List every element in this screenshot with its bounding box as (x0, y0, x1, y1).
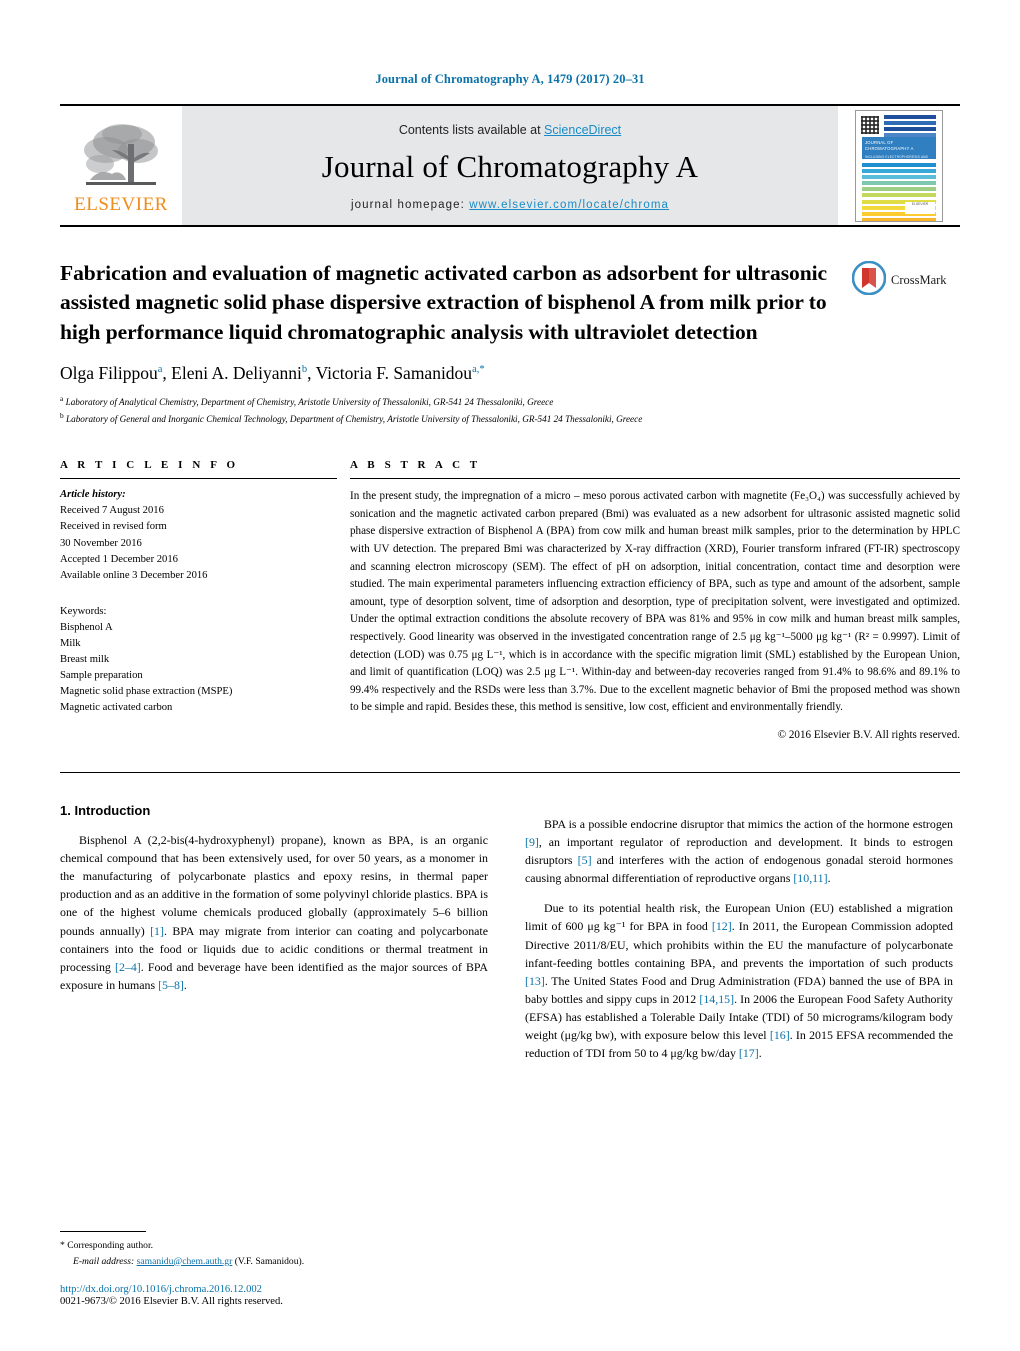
email-link[interactable]: samanidu@chem.auth.gr (137, 1256, 233, 1267)
crossmark-badge[interactable]: CrossMark (851, 260, 960, 300)
citation-ref[interactable]: [16] (770, 1028, 790, 1042)
keyword-item: Sample preparation (60, 670, 143, 682)
affiliation-a-text: Laboratory of Analytical Chemistry, Depa… (65, 397, 554, 408)
email-label: E-mail address: (73, 1255, 135, 1267)
corresponding-label: Corresponding author. (67, 1240, 154, 1252)
journal-title: Journal of Chromatography A (321, 148, 699, 184)
abstract-heading: A B S T R A C T (350, 459, 481, 472)
homepage-prefix: journal homepage: (350, 198, 470, 211)
keyword-item: Milk (60, 638, 81, 650)
affiliation-b-marker: b (60, 411, 64, 421)
history-item: Accepted 1 December 2016 (60, 553, 178, 565)
article-history-label: Article history: (60, 489, 126, 501)
cover-qr-icon (861, 115, 879, 134)
email-owner: (V.F. Samanidou). (234, 1255, 305, 1267)
doi-link[interactable]: http://dx.doi.org/10.1016/j.chroma.2016.… (60, 1284, 262, 1295)
cover-image: JOURNAL OF CHROMATOGRAPHY A INCLUDING EL… (855, 109, 943, 222)
journal-cover-thumbnail: JOURNAL OF CHROMATOGRAPHY A INCLUDING EL… (838, 106, 960, 225)
intro-paragraph-right-1: BPA is a possible endocrine disruptor th… (525, 816, 953, 886)
journal-homepage-line: journal homepage: www.elsevier.com/locat… (351, 199, 669, 211)
citation-ref[interactable]: [10,11] (793, 871, 827, 885)
issn-copyright-line: 0021-9673/© 2016 Elsevier B.V. All right… (60, 1296, 283, 1307)
article-page: Journal of Chromatography A, 1479 (2017)… (0, 0, 1020, 1351)
citation-ref[interactable]: [14,15] (699, 992, 734, 1006)
citation-ref[interactable]: [5–8] (158, 978, 184, 992)
citation-ref[interactable]: [1] (150, 924, 164, 938)
doi-link-wrap[interactable]: http://dx.doi.org/10.1016/j.chroma.2016.… (60, 1284, 488, 1295)
article-info-heading: A R T I C L E I N F O (60, 459, 239, 472)
body-column-right: BPA is a possible endocrine disruptor th… (525, 803, 953, 1075)
keywords-label: Keywords: (60, 605, 107, 617)
abstract-column: A B S T R A C T In the present study, th… (337, 459, 960, 741)
cover-title-text: JOURNAL OF CHROMATOGRAPHY A (865, 139, 914, 151)
contents-available-line: Contents lists available at ScienceDirec… (399, 123, 621, 137)
history-item: Received in revised form (60, 521, 167, 533)
citation-ref[interactable]: [5] (578, 853, 592, 867)
abstract-copyright: © 2016 Elsevier B.V. All rights reserved… (777, 728, 960, 741)
citation-ref[interactable]: [17] (739, 1046, 759, 1060)
citation-ref[interactable]: [12] (712, 919, 732, 933)
running-head: Journal of Chromatography A, 1479 (2017)… (375, 72, 645, 86)
page-title: Fabrication and evaluation of magnetic a… (60, 261, 828, 344)
intro-paragraph-right-2: Due to its potential health risk, the Eu… (525, 901, 954, 1061)
keyword-item: Magnetic solid phase extraction (MSPE) (60, 686, 233, 698)
affiliation-b: b Laboratory of General and Inorganic Ch… (60, 410, 960, 427)
article-history-block: Article history: Received 7 August 2016 … (60, 479, 337, 584)
affiliation-a-marker: a (60, 394, 64, 404)
masthead-center: Contents lists available at ScienceDirec… (182, 106, 838, 225)
page-footnote: * Corresponding author. E-mail address: … (60, 1231, 488, 1307)
article-info-column: A R T I C L E I N F O Article history: R… (60, 459, 337, 741)
title-area: Fabrication and evaluation of magnetic a… (60, 259, 960, 427)
cover-publisher-logo: ELSEVIER (905, 201, 935, 214)
history-item: Available online 3 December 2016 (60, 569, 208, 581)
citation-ref[interactable]: [13] (525, 974, 545, 988)
history-item: 30 November 2016 (60, 537, 142, 549)
abstract-text: In the present study, the impregnation o… (350, 490, 960, 714)
citation-ref[interactable]: [2–4] (115, 960, 141, 974)
keyword-item: Breast milk (60, 654, 110, 666)
affiliation-b-text: Laboratory of General and Inorganic Chem… (66, 414, 643, 425)
sciencedirect-link[interactable]: ScienceDirect (544, 123, 621, 137)
email-note: E-mail address: samanidu@chem.auth.gr (V… (60, 1254, 488, 1269)
crossmark-icon (851, 260, 887, 300)
intro-paragraph-left-1: Bisphenol A (2,2-bis(4-hydroxyphenyl) pr… (60, 832, 488, 993)
body-columns: 1. Introduction Bisphenol A (2,2-bis(4-h… (60, 803, 960, 1075)
info-abstract-section: A R T I C L E I N F O Article history: R… (60, 459, 960, 741)
corresponding-marker: * (60, 1240, 65, 1252)
author-list: Olga Filippoua, Eleni A. Deliyannib, Vic… (60, 363, 485, 384)
cover-title-band: JOURNAL OF CHROMATOGRAPHY A INCLUDING EL… (862, 136, 936, 164)
section-divider (60, 771, 960, 773)
keyword-item: Magnetic activated carbon (60, 702, 173, 714)
crossmark-label: CrossMark (891, 273, 947, 287)
affiliation-a: a Laboratory of Analytical Chemistry, De… (60, 393, 960, 410)
body-column-left: 1. Introduction Bisphenol A (2,2-bis(4-h… (60, 803, 488, 1075)
journal-masthead: ELSEVIER Contents lists available at Sci… (60, 104, 960, 227)
keyword-item: Bisphenol A (60, 621, 113, 633)
citation-ref[interactable]: [9] (525, 835, 539, 849)
footnote-rule (60, 1231, 146, 1233)
elsevier-logo: ELSEVIER (60, 106, 182, 225)
history-item: Received 7 August 2016 (60, 505, 164, 517)
keywords-block: Keywords: Bisphenol A Milk Breast milk S… (60, 584, 337, 717)
corresponding-author-note: * Corresponding author. (60, 1238, 488, 1253)
elsevier-tree-icon (78, 120, 164, 194)
elsevier-wordmark: ELSEVIER (74, 193, 168, 215)
introduction-heading: 1. Introduction (60, 802, 151, 818)
journal-homepage-link[interactable]: www.elsevier.com/locate/chroma (469, 199, 669, 211)
contents-prefix: Contents lists available at (398, 122, 545, 137)
